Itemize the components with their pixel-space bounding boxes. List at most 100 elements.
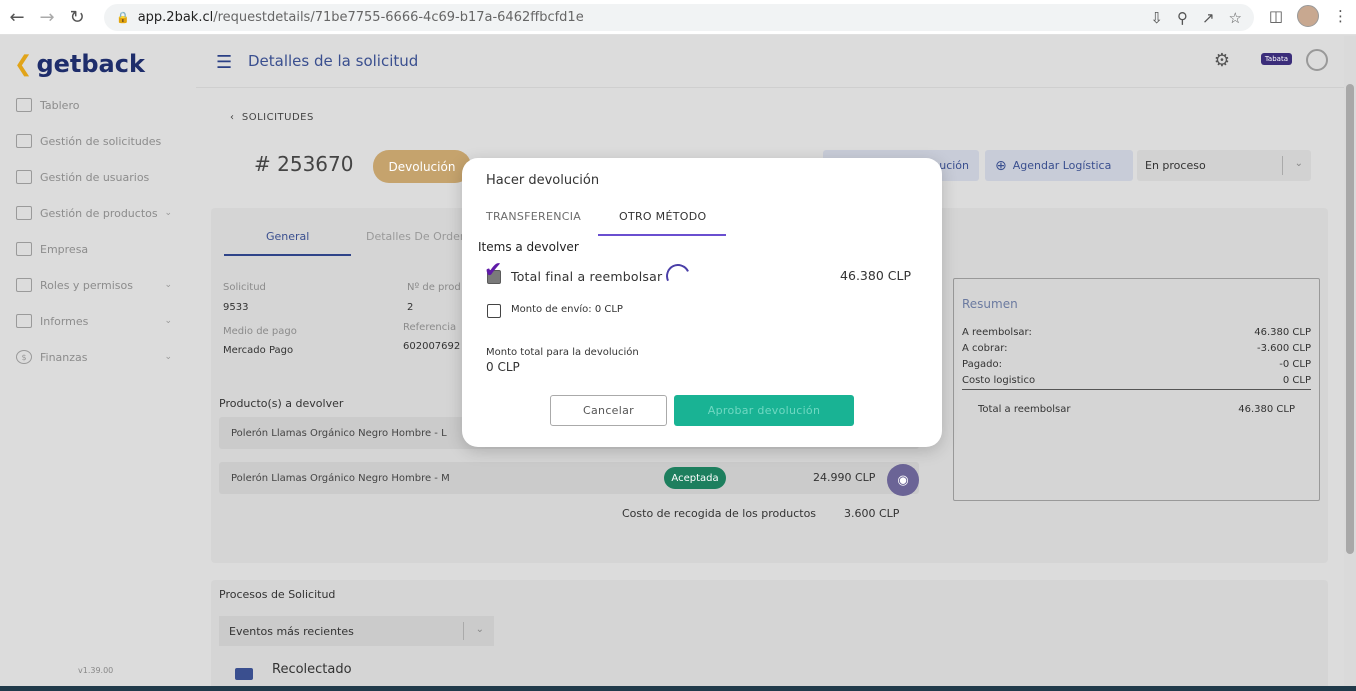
reload-icon[interactable]: ↻ <box>64 4 90 30</box>
logo-chevron-icon: ❮ <box>14 51 33 77</box>
tab-otro-metodo[interactable]: OTRO MÉTODO <box>619 210 706 223</box>
tab-active-indicator <box>598 234 726 236</box>
loading-spinner-icon <box>662 260 694 292</box>
solicitud-label: Solicitud <box>223 282 266 293</box>
nro-productos-label: Nº de prod <box>407 282 461 293</box>
roles-icon <box>16 278 32 292</box>
browser-toolbar: ← → ↻ 🔒 app.2bak.cl/requestdetails/71be7… <box>0 0 1356 35</box>
sidebar-item-roles[interactable]: Roles y permisos ⌄ <box>16 278 176 292</box>
chevron-down-icon: ⌄ <box>164 208 172 218</box>
refund-total-label: Monto total para la devolución <box>486 347 639 358</box>
summary-total-label: Total a reembolsar <box>978 404 1071 415</box>
sidebar-item-label: Finanzas <box>40 350 88 364</box>
summary-row: A reembolsar: 46.380 CLP <box>962 327 1311 338</box>
truck-icon <box>235 668 253 680</box>
checkmark-icon: ✔ <box>484 258 503 283</box>
sidebar-item-empresa[interactable]: Empresa <box>16 242 176 256</box>
scrollbar-thumb[interactable] <box>1346 84 1354 554</box>
breadcrumb-link[interactable]: SOLICITUDES <box>242 112 314 123</box>
events-select-value: Eventos más recientes <box>229 624 354 638</box>
product-name: Polerón Llamas Orgánico Negro Hombre - L <box>231 427 447 439</box>
sidebar-item-informes[interactable]: Informes ⌄ <box>16 314 176 328</box>
add-circle-icon: ⊕ <box>995 157 1007 174</box>
user-avatar[interactable] <box>1306 49 1328 71</box>
devolucion-button-label: ución <box>939 159 969 172</box>
modal-title: Hacer devolución <box>486 173 600 188</box>
profile-avatar[interactable] <box>1297 5 1319 27</box>
user-badge[interactable]: Tabata <box>1260 53 1292 65</box>
summary-total: Total a reembolsar 46.380 CLP <box>978 404 1295 415</box>
approve-refund-button[interactable]: Aprobar devolución <box>674 395 854 426</box>
tab-transferencia[interactable]: TRANSFERENCIA <box>486 210 581 223</box>
events-select[interactable]: Eventos más recientes ⌄ <box>219 616 494 646</box>
tab-general[interactable]: General <box>266 230 309 243</box>
pickup-cost-label: Costo de recogida de los productos <box>622 507 817 520</box>
shipping-checkbox[interactable] <box>487 304 501 318</box>
total-reembolsar-amount: 46.380 CLP <box>840 268 911 283</box>
url-path: /requestdetails/71be7755-6666-4c69-b17a-… <box>213 10 584 25</box>
sidebar-item-label: Gestión de solicitudes <box>40 134 162 148</box>
status-select[interactable]: En proceso ⌄ <box>1137 150 1311 181</box>
sidebar-item-label: Empresa <box>40 242 89 256</box>
summary-label: Pagado: <box>962 359 1003 370</box>
install-icon[interactable]: ⇩ <box>1150 9 1163 27</box>
cancel-button[interactable]: Cancelar <box>550 395 667 426</box>
users-icon <box>16 170 32 184</box>
items-label: Items a devolver <box>478 240 579 254</box>
dollar-icon: $ <box>16 350 32 364</box>
app-version: v1.39.00 <box>78 666 114 675</box>
address-bar[interactable]: 🔒 app.2bak.cl/requestdetails/71be7755-66… <box>104 4 1254 31</box>
box-icon <box>16 206 32 220</box>
sidebar-item-tablero[interactable]: Tablero <box>16 98 176 112</box>
sidebar-item-usuarios[interactable]: Gestión de usuarios <box>16 170 176 184</box>
zoom-icon[interactable]: ⚲ <box>1177 9 1188 27</box>
processes-title: Procesos de Solicitud <box>219 588 336 601</box>
chevron-down-icon: ⌄ <box>1294 158 1303 169</box>
chevron-down-icon: ⌄ <box>164 316 172 326</box>
medio-pago-label: Medio de pago <box>223 326 297 337</box>
processes-card: Procesos de Solicitud Eventos más recien… <box>211 580 1328 691</box>
sidepanel-icon[interactable]: ◫ <box>1269 7 1283 25</box>
url-host: app.2bak.cl <box>137 10 214 25</box>
back-arrow-icon[interactable]: ← <box>4 4 30 30</box>
agendar-logistica-button[interactable]: ⊕ Agendar Logística <box>985 150 1133 181</box>
requests-icon <box>16 134 32 148</box>
page-scrollbar[interactable] <box>1344 36 1356 691</box>
report-icon <box>16 314 32 328</box>
summary-row: A cobrar: -3.600 CLP <box>962 343 1311 354</box>
summary-label: A reembolsar: <box>962 327 1032 338</box>
star-icon[interactable]: ☆ <box>1229 9 1242 27</box>
summary-title: Resumen <box>962 297 1018 311</box>
agendar-logistica-label: Agendar Logística <box>1012 159 1112 172</box>
lock-icon: 🔒 <box>116 11 130 24</box>
summary-value: -0 CLP <box>1279 359 1311 370</box>
sidebar-item-solicitudes[interactable]: Gestión de solicitudes <box>16 134 176 148</box>
event-title: Recolectado <box>272 662 352 677</box>
app-logo[interactable]: ❮ getback <box>14 50 145 78</box>
referencia-label: Referencia <box>403 322 457 333</box>
sidebar-item-label: Gestión de productos <box>40 206 158 220</box>
eye-icon[interactable]: ◉ <box>887 464 919 496</box>
tab-detalles-orden[interactable]: Detalles De Orden <box>366 230 467 243</box>
status-badge: Aceptada <box>664 467 726 489</box>
forward-arrow-icon[interactable]: → <box>34 4 60 30</box>
kebab-menu-icon[interactable]: ⋮ <box>1333 7 1348 25</box>
summary-value: 46.380 CLP <box>1254 327 1311 338</box>
request-number: # 253670 <box>254 152 354 176</box>
hamburger-menu-icon[interactable]: ☰ <box>216 52 232 73</box>
sidebar-item-label: Gestión de usuarios <box>40 170 150 184</box>
refund-total-value: 0 CLP <box>486 360 520 374</box>
summary-total-value: 46.380 CLP <box>1238 404 1295 415</box>
tab-active-indicator <box>224 254 351 256</box>
gear-icon[interactable]: ⚙ <box>1214 50 1230 71</box>
sidebar-item-productos[interactable]: Gestión de productos ⌄ <box>16 206 176 220</box>
medio-pago-value: Mercado Pago <box>223 345 294 356</box>
breadcrumb[interactable]: ‹ SOLICITUDES <box>230 112 314 123</box>
summary-value: 0 CLP <box>1282 375 1311 386</box>
select-divider <box>463 622 464 640</box>
status-value: En proceso <box>1145 159 1206 172</box>
logo-text: getback <box>36 50 145 78</box>
share-icon[interactable]: ↗ <box>1202 9 1215 27</box>
sidebar-item-finanzas[interactable]: $ Finanzas ⌄ <box>16 350 176 364</box>
os-taskbar <box>0 686 1356 691</box>
